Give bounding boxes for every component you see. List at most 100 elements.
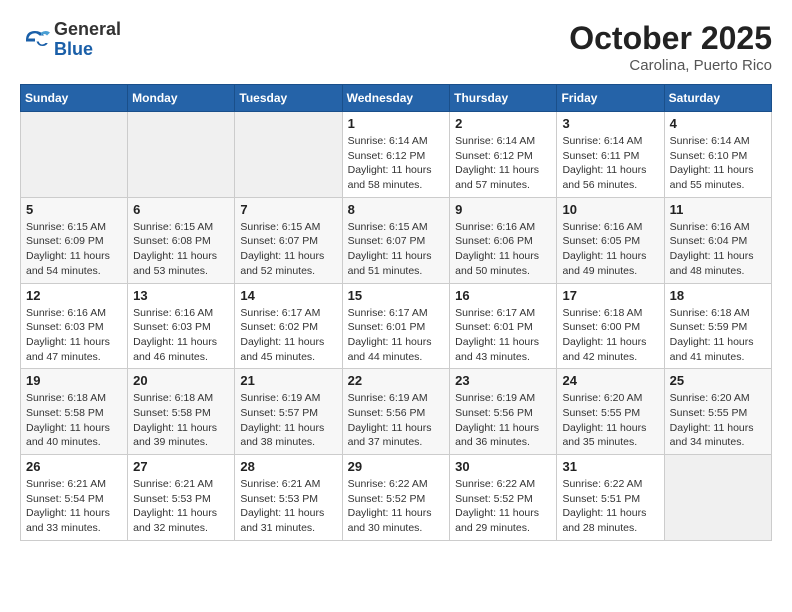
day-number: 30: [455, 459, 551, 474]
calendar-cell: 19 Sunrise: 6:18 AMSunset: 5:58 PMDayligh…: [21, 369, 128, 455]
calendar-cell: 16 Sunrise: 6:17 AMSunset: 6:01 PMDayligh…: [450, 283, 557, 369]
calendar-cell: [128, 112, 235, 198]
calendar-cell: 20Sunrise: 6:18 AMSunset: 5:58 PMDayligh…: [128, 369, 235, 455]
calendar-cell: 15Sunrise: 6:17 AMSunset: 6:01 PMDayligh…: [342, 283, 450, 369]
day-header-monday: Monday: [128, 85, 235, 112]
day-number: 2: [455, 116, 551, 131]
calendar-cell: 9 Sunrise: 6:16 AMSunset: 6:06 PMDaylight…: [450, 197, 557, 283]
day-number: 27: [133, 459, 229, 474]
day-header-thursday: Thursday: [450, 85, 557, 112]
logo-icon: [20, 25, 50, 55]
calendar-cell: 24Sunrise: 6:20 AMSunset: 5:55 PMDayligh…: [557, 369, 664, 455]
calendar-cell: 11 Sunrise: 6:16 AMSunset: 6:04 PMDayligh…: [664, 197, 771, 283]
day-info: Sunrise: 6:16 AMSunset: 6:03 PMDaylight:…: [133, 306, 229, 365]
day-info: Sunrise: 6:15 AMSunset: 6:07 PMDaylight:…: [348, 220, 445, 279]
day-info: Sunrise: 6:14 AMSunset: 6:10 PMDaylight:…: [670, 134, 766, 193]
day-number: 31: [562, 459, 658, 474]
day-number: 9: [455, 202, 551, 217]
day-info: Sunrise: 6:18 AMSunset: 5:58 PMDaylight:…: [26, 391, 122, 450]
day-number: 12: [26, 288, 122, 303]
calendar-cell: 29 Sunrise: 6:22 AMSunset: 5:52 PMDayligh…: [342, 455, 450, 541]
calendar-week-row: 1 Sunrise: 6:14 AMSunset: 6:12 PMDaylight…: [21, 112, 772, 198]
day-number: 16: [455, 288, 551, 303]
logo: General Blue: [20, 20, 121, 60]
day-info: Sunrise: 6:20 AMSunset: 5:55 PMDaylight:…: [670, 391, 766, 450]
day-number: 13: [133, 288, 229, 303]
day-number: 22: [348, 373, 445, 388]
day-number: 15: [348, 288, 445, 303]
day-info: Sunrise: 6:21 AMSunset: 5:53 PMDaylight:…: [133, 477, 229, 536]
calendar-cell: 13 Sunrise: 6:16 AMSunset: 6:03 PMDayligh…: [128, 283, 235, 369]
calendar-cell: 26Sunrise: 6:21 AMSunset: 5:54 PMDayligh…: [21, 455, 128, 541]
calendar-cell: 12 Sunrise: 6:16 AMSunset: 6:03 PMDayligh…: [21, 283, 128, 369]
calendar-cell: 27 Sunrise: 6:21 AMSunset: 5:53 PMDayligh…: [128, 455, 235, 541]
calendar-cell: 4 Sunrise: 6:14 AMSunset: 6:10 PMDaylight…: [664, 112, 771, 198]
day-number: 17: [562, 288, 658, 303]
day-info: Sunrise: 6:16 AMSunset: 6:03 PMDaylight:…: [26, 306, 122, 365]
calendar-cell: [21, 112, 128, 198]
day-number: 6: [133, 202, 229, 217]
calendar-cell: 3 Sunrise: 6:14 AMSunset: 6:11 PMDaylight…: [557, 112, 664, 198]
day-number: 7: [240, 202, 336, 217]
calendar-cell: 31 Sunrise: 6:22 AMSunset: 5:51 PMDayligh…: [557, 455, 664, 541]
calendar-cell: 14 Sunrise: 6:17 AMSunset: 6:02 PMDayligh…: [235, 283, 342, 369]
day-number: 11: [670, 202, 766, 217]
calendar-cell: 1 Sunrise: 6:14 AMSunset: 6:12 PMDaylight…: [342, 112, 450, 198]
day-info: Sunrise: 6:17 AMSunset: 6:02 PMDaylight:…: [240, 306, 336, 365]
calendar-week-row: 26Sunrise: 6:21 AMSunset: 5:54 PMDayligh…: [21, 455, 772, 541]
day-info: Sunrise: 6:18 AMSunset: 6:00 PMDaylight:…: [562, 306, 658, 365]
day-info: Sunrise: 6:22 AMSunset: 5:52 PMDaylight:…: [348, 477, 445, 536]
logo-general-text: General: [54, 19, 121, 39]
calendar-cell: 22 Sunrise: 6:19 AMSunset: 5:56 PMDayligh…: [342, 369, 450, 455]
day-number: 3: [562, 116, 658, 131]
day-number: 21: [240, 373, 336, 388]
day-info: Sunrise: 6:14 AMSunset: 6:12 PMDaylight:…: [455, 134, 551, 193]
day-info: Sunrise: 6:19 AMSunset: 5:56 PMDaylight:…: [348, 391, 445, 450]
day-info: Sunrise: 6:16 AMSunset: 6:06 PMDaylight:…: [455, 220, 551, 279]
header: General Blue October 2025 Carolina, Puer…: [20, 20, 772, 74]
day-number: 4: [670, 116, 766, 131]
day-number: 24: [562, 373, 658, 388]
day-header-friday: Friday: [557, 85, 664, 112]
calendar-cell: [235, 112, 342, 198]
day-info: Sunrise: 6:16 AMSunset: 6:05 PMDaylight:…: [562, 220, 658, 279]
day-info: Sunrise: 6:21 AMSunset: 5:53 PMDaylight:…: [240, 477, 336, 536]
day-header-tuesday: Tuesday: [235, 85, 342, 112]
day-header-wednesday: Wednesday: [342, 85, 450, 112]
day-info: Sunrise: 6:14 AMSunset: 6:11 PMDaylight:…: [562, 134, 658, 193]
calendar-cell: 18Sunrise: 6:18 AMSunset: 5:59 PMDayligh…: [664, 283, 771, 369]
day-info: Sunrise: 6:19 AMSunset: 5:57 PMDaylight:…: [240, 391, 336, 450]
calendar: SundayMondayTuesdayWednesdayThursdayFrid…: [20, 84, 772, 541]
day-number: 8: [348, 202, 445, 217]
day-number: 29: [348, 459, 445, 474]
day-info: Sunrise: 6:22 AMSunset: 5:51 PMDaylight:…: [562, 477, 658, 536]
day-info: Sunrise: 6:17 AMSunset: 6:01 PMDaylight:…: [455, 306, 551, 365]
calendar-cell: 23 Sunrise: 6:19 AMSunset: 5:56 PMDayligh…: [450, 369, 557, 455]
day-number: 20: [133, 373, 229, 388]
calendar-cell: [664, 455, 771, 541]
calendar-cell: 7Sunrise: 6:15 AMSunset: 6:07 PMDaylight…: [235, 197, 342, 283]
day-number: 28: [240, 459, 336, 474]
day-info: Sunrise: 6:15 AMSunset: 6:08 PMDaylight:…: [133, 220, 229, 279]
day-number: 18: [670, 288, 766, 303]
day-number: 19: [26, 373, 122, 388]
calendar-cell: 25Sunrise: 6:20 AMSunset: 5:55 PMDayligh…: [664, 369, 771, 455]
day-info: Sunrise: 6:19 AMSunset: 5:56 PMDaylight:…: [455, 391, 551, 450]
day-number: 1: [348, 116, 445, 131]
calendar-week-row: 5Sunrise: 6:15 AMSunset: 6:09 PMDaylight…: [21, 197, 772, 283]
calendar-header-row: SundayMondayTuesdayWednesdayThursdayFrid…: [21, 85, 772, 112]
day-number: 5: [26, 202, 122, 217]
calendar-cell: 8 Sunrise: 6:15 AMSunset: 6:07 PMDaylight…: [342, 197, 450, 283]
location-subtitle: Carolina, Puerto Rico: [569, 57, 772, 74]
calendar-cell: 30 Sunrise: 6:22 AMSunset: 5:52 PMDayligh…: [450, 455, 557, 541]
logo-blue-text: Blue: [54, 39, 93, 59]
calendar-cell: 28 Sunrise: 6:21 AMSunset: 5:53 PMDayligh…: [235, 455, 342, 541]
day-number: 23: [455, 373, 551, 388]
day-info: Sunrise: 6:16 AMSunset: 6:04 PMDaylight:…: [670, 220, 766, 279]
day-info: Sunrise: 6:14 AMSunset: 6:12 PMDaylight:…: [348, 134, 445, 193]
day-info: Sunrise: 6:22 AMSunset: 5:52 PMDaylight:…: [455, 477, 551, 536]
calendar-week-row: 12 Sunrise: 6:16 AMSunset: 6:03 PMDayligh…: [21, 283, 772, 369]
day-number: 14: [240, 288, 336, 303]
day-header-sunday: Sunday: [21, 85, 128, 112]
calendar-cell: 2 Sunrise: 6:14 AMSunset: 6:12 PMDaylight…: [450, 112, 557, 198]
